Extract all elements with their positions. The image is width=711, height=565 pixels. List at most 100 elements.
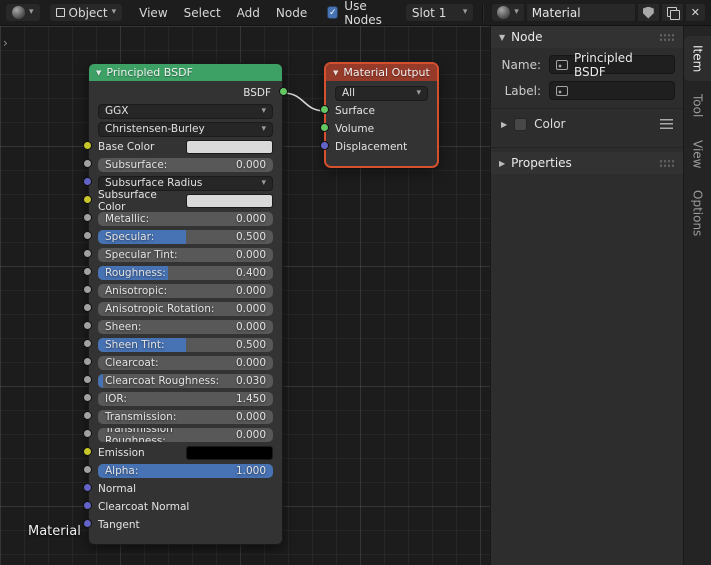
row-subsurface-radius: Subsurface Radius ▾ bbox=[83, 175, 273, 191]
editor-breadcrumb: Material bbox=[28, 524, 81, 539]
specular-tint-input-socket[interactable] bbox=[83, 249, 92, 258]
emission-input-socket[interactable] bbox=[83, 447, 92, 456]
specular-tint-slider[interactable]: Specular Tint: 0.000 bbox=[98, 248, 273, 262]
anisotropic-input-socket[interactable] bbox=[83, 285, 92, 294]
material-output-node[interactable]: ▼ Material Output All ▾ Surface Volume Dis… bbox=[320, 63, 438, 167]
material-name-field[interactable]: Material bbox=[525, 3, 636, 22]
anisotropic-rotation-input-socket[interactable] bbox=[83, 303, 92, 312]
properties-panel-title: Properties bbox=[511, 156, 572, 170]
bsdf-output-socket[interactable] bbox=[279, 87, 288, 96]
tangent-input-socket[interactable] bbox=[83, 519, 92, 528]
mode-selector[interactable]: Object ▾ bbox=[48, 3, 124, 22]
target-dropdown[interactable]: All ▾ bbox=[335, 85, 428, 101]
clearcoat-slider[interactable]: Clearcoat: 0.000 bbox=[98, 356, 273, 370]
emission-swatch[interactable] bbox=[185, 446, 273, 460]
ior-input-socket[interactable] bbox=[83, 393, 92, 402]
transmission-input-socket[interactable] bbox=[83, 411, 92, 420]
row-ior: IOR: 1.450 bbox=[83, 392, 273, 406]
target-dropdown-value: All bbox=[342, 87, 356, 99]
subsurface-input-socket[interactable] bbox=[83, 159, 92, 168]
surface-input-socket[interactable] bbox=[320, 105, 329, 114]
anisotropic-rotation-slider[interactable]: Anisotropic Rotation: 0.000 bbox=[98, 302, 273, 316]
ggx-dropdown[interactable]: GGX ▾ bbox=[98, 103, 273, 119]
fake-user-button[interactable] bbox=[636, 3, 660, 22]
label-field[interactable] bbox=[549, 81, 675, 100]
tab-tool[interactable]: Tool bbox=[684, 85, 711, 126]
sheen-input-socket[interactable] bbox=[83, 321, 92, 330]
principled-node-header[interactable]: ▼ Principled BSDF bbox=[89, 64, 282, 81]
base-color-input-socket[interactable] bbox=[83, 141, 92, 150]
christensen-burley-dropdown[interactable]: Christensen-Burley ▾ bbox=[98, 121, 273, 137]
row-transmission: Transmission: 0.000 bbox=[83, 410, 273, 424]
anisotropic-slider[interactable]: Anisotropic: 0.000 bbox=[98, 284, 273, 298]
sheen-tint-slider[interactable]: Sheen Tint: 0.500 bbox=[98, 338, 273, 352]
duplicate-icon bbox=[666, 7, 680, 20]
principled-bsdf-node[interactable]: ▼ Principled BSDF BSDF GGX ▾ Christensen-B… bbox=[83, 63, 288, 545]
drag-grip-icon[interactable] bbox=[659, 32, 675, 42]
tab-item[interactable]: Item bbox=[684, 36, 711, 82]
browse-material-button[interactable]: ▾ bbox=[491, 3, 525, 22]
tab-view[interactable]: View bbox=[684, 131, 711, 177]
clearcoat-normal-input-socket[interactable] bbox=[83, 501, 92, 510]
menu-node[interactable]: Node bbox=[268, 6, 315, 20]
slot-selector[interactable]: Slot 1 ▾ bbox=[404, 3, 475, 22]
subsurface-color-input-socket[interactable] bbox=[83, 195, 92, 204]
chevron-down-icon: ▾ bbox=[111, 7, 117, 17]
use-nodes-toggle[interactable]: ✓ Use Nodes bbox=[327, 0, 397, 27]
collapse-triangle-icon[interactable]: ▼ bbox=[333, 69, 338, 77]
metallic-slider[interactable]: Metallic: 0.000 bbox=[98, 212, 273, 226]
collapse-triangle-icon[interactable]: ▼ bbox=[96, 69, 101, 77]
output-rows: Surface Volume Displacement bbox=[320, 104, 428, 154]
row-emission: Emission bbox=[83, 446, 273, 460]
sheen-slider[interactable]: Sheen: 0.000 bbox=[98, 320, 273, 334]
alpha-input-socket[interactable] bbox=[83, 465, 92, 474]
preset-list-icon[interactable] bbox=[660, 118, 673, 130]
tab-options[interactable]: Options bbox=[684, 181, 711, 245]
clearcoat-roughness-input-socket[interactable] bbox=[83, 375, 92, 384]
transmission-roughness-slider[interactable]: Transmission Roughness: 0.000 bbox=[98, 428, 273, 442]
name-field-value: Principled BSDF bbox=[574, 50, 633, 79]
specular-input-socket[interactable] bbox=[83, 231, 92, 240]
volume-label: Volume bbox=[335, 123, 375, 135]
editor-type-selector[interactable]: ▾ bbox=[5, 3, 41, 22]
row-metallic: Metallic: 0.000 bbox=[83, 212, 273, 226]
color-checkbox[interactable] bbox=[514, 117, 528, 131]
node-panel-header[interactable]: ▼ Node bbox=[491, 26, 683, 48]
row-anisotropic: Anisotropic: 0.000 bbox=[83, 284, 273, 298]
unlink-material-button[interactable]: ✕ bbox=[684, 3, 706, 22]
subsurface-radius-input-socket[interactable] bbox=[83, 177, 92, 186]
transmission-roughness-input-socket[interactable] bbox=[83, 429, 92, 438]
normal-input-socket[interactable] bbox=[83, 483, 92, 492]
triangle-right-icon[interactable]: ▶ bbox=[501, 120, 507, 129]
volume-input-socket[interactable] bbox=[320, 123, 329, 132]
displacement-input-socket[interactable] bbox=[320, 141, 329, 150]
menu-bar: View Select Add Node bbox=[131, 6, 315, 20]
displacement-label: Displacement bbox=[335, 141, 408, 153]
menu-add[interactable]: Add bbox=[229, 6, 268, 20]
header-divider bbox=[482, 3, 484, 22]
properties-panel-header[interactable]: ▶ Properties bbox=[491, 152, 683, 174]
roughness-input-socket[interactable] bbox=[83, 267, 92, 276]
material-output-node-header[interactable]: ▼ Material Output bbox=[326, 64, 437, 81]
name-field[interactable]: Principled BSDF bbox=[549, 51, 675, 79]
clearcoat-roughness-slider[interactable]: Clearcoat Roughness: 0.030 bbox=[98, 374, 273, 388]
sheen-tint-input-socket[interactable] bbox=[83, 339, 92, 348]
drag-grip-icon[interactable] bbox=[659, 158, 675, 168]
normal-label: Normal bbox=[98, 483, 136, 495]
roughness-slider[interactable]: Roughness: 0.400 bbox=[98, 266, 273, 280]
ior-slider[interactable]: IOR: 1.450 bbox=[98, 392, 273, 406]
transmission-slider[interactable]: Transmission: 0.000 bbox=[98, 410, 273, 424]
new-material-button[interactable] bbox=[660, 3, 684, 22]
metallic-input-socket[interactable] bbox=[83, 213, 92, 222]
specular-slider[interactable]: Specular: 0.500 bbox=[98, 230, 273, 244]
node-datablock-icon bbox=[556, 59, 568, 70]
row-ggx: GGX ▾ bbox=[98, 103, 273, 119]
menu-view[interactable]: View bbox=[131, 6, 175, 20]
subsurface-slider[interactable]: Subsurface: 0.000 bbox=[98, 158, 273, 172]
subsurface-color-swatch[interactable] bbox=[185, 194, 273, 208]
use-nodes-checkbox[interactable]: ✓ bbox=[327, 6, 339, 19]
clearcoat-input-socket[interactable] bbox=[83, 357, 92, 366]
alpha-slider[interactable]: Alpha: 1.000 bbox=[98, 464, 273, 478]
base-color-swatch[interactable] bbox=[185, 140, 273, 154]
menu-select[interactable]: Select bbox=[176, 6, 229, 20]
